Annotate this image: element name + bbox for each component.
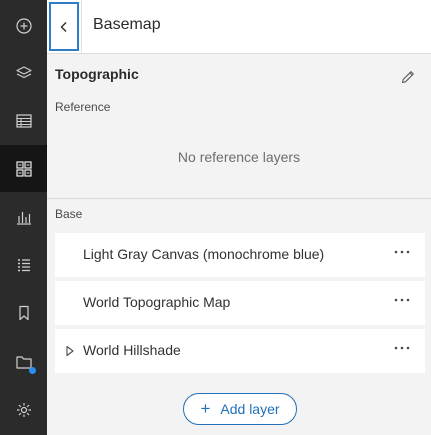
expand-caret-icon[interactable]: [65, 345, 75, 357]
basemap-name: Topographic: [55, 66, 139, 82]
header-divider: [81, 0, 82, 54]
add-circle-icon: [15, 17, 32, 34]
more-options-button[interactable]: [391, 289, 413, 311]
tables-button[interactable]: [0, 97, 47, 144]
panel-header: Basemap: [47, 0, 431, 54]
more-options-icon: [394, 298, 410, 302]
base-section-label: Base: [55, 207, 83, 221]
add-data-button[interactable]: [0, 2, 47, 49]
basemap-button[interactable]: [0, 145, 47, 192]
add-layer-label: Add layer: [220, 401, 280, 417]
pencil-icon[interactable]: [400, 69, 416, 85]
layer-label: Light Gray Canvas (monochrome blue): [83, 246, 325, 262]
layers-icon: [15, 65, 32, 78]
chart-icon: [16, 211, 31, 225]
no-reference-message: No reference layers: [177, 149, 301, 165]
basemap-gallery-icon: [15, 160, 32, 177]
more-options-icon: [394, 346, 410, 350]
more-options-button[interactable]: [391, 241, 413, 263]
base-layer-row[interactable]: World Topographic Map: [55, 281, 425, 325]
base-layer-row[interactable]: World Hillshade: [55, 329, 425, 373]
layer-label: World Topographic Map: [83, 294, 231, 310]
base-layer-row[interactable]: Light Gray Canvas (monochrome blue): [55, 233, 425, 277]
panel-title: Basemap: [93, 16, 161, 33]
more-options-button[interactable]: [391, 337, 413, 359]
section-divider: [47, 198, 431, 199]
notification-badge: [29, 367, 36, 374]
layers-button[interactable]: [0, 49, 47, 96]
add-layer-button[interactable]: + Add layer: [183, 393, 297, 425]
plus-icon: +: [200, 399, 211, 418]
app-toolbar: [0, 0, 47, 435]
more-options-icon: [394, 250, 410, 254]
legend-icon: [17, 258, 30, 271]
chevron-left-icon: [60, 21, 67, 32]
layer-label: World Hillshade: [83, 342, 181, 358]
bookmark-icon: [18, 305, 29, 320]
settings-button[interactable]: [0, 386, 47, 433]
back-button[interactable]: [49, 2, 79, 51]
reference-section-label: Reference: [55, 100, 111, 114]
basemap-panel: Topographic Reference No reference layer…: [47, 54, 431, 435]
legend-button[interactable]: [0, 241, 47, 288]
map-properties-button[interactable]: [0, 338, 47, 385]
charts-button[interactable]: [0, 193, 47, 240]
table-icon: [15, 113, 32, 128]
bookmarks-button[interactable]: [0, 289, 47, 336]
settings-icon: [16, 402, 31, 417]
